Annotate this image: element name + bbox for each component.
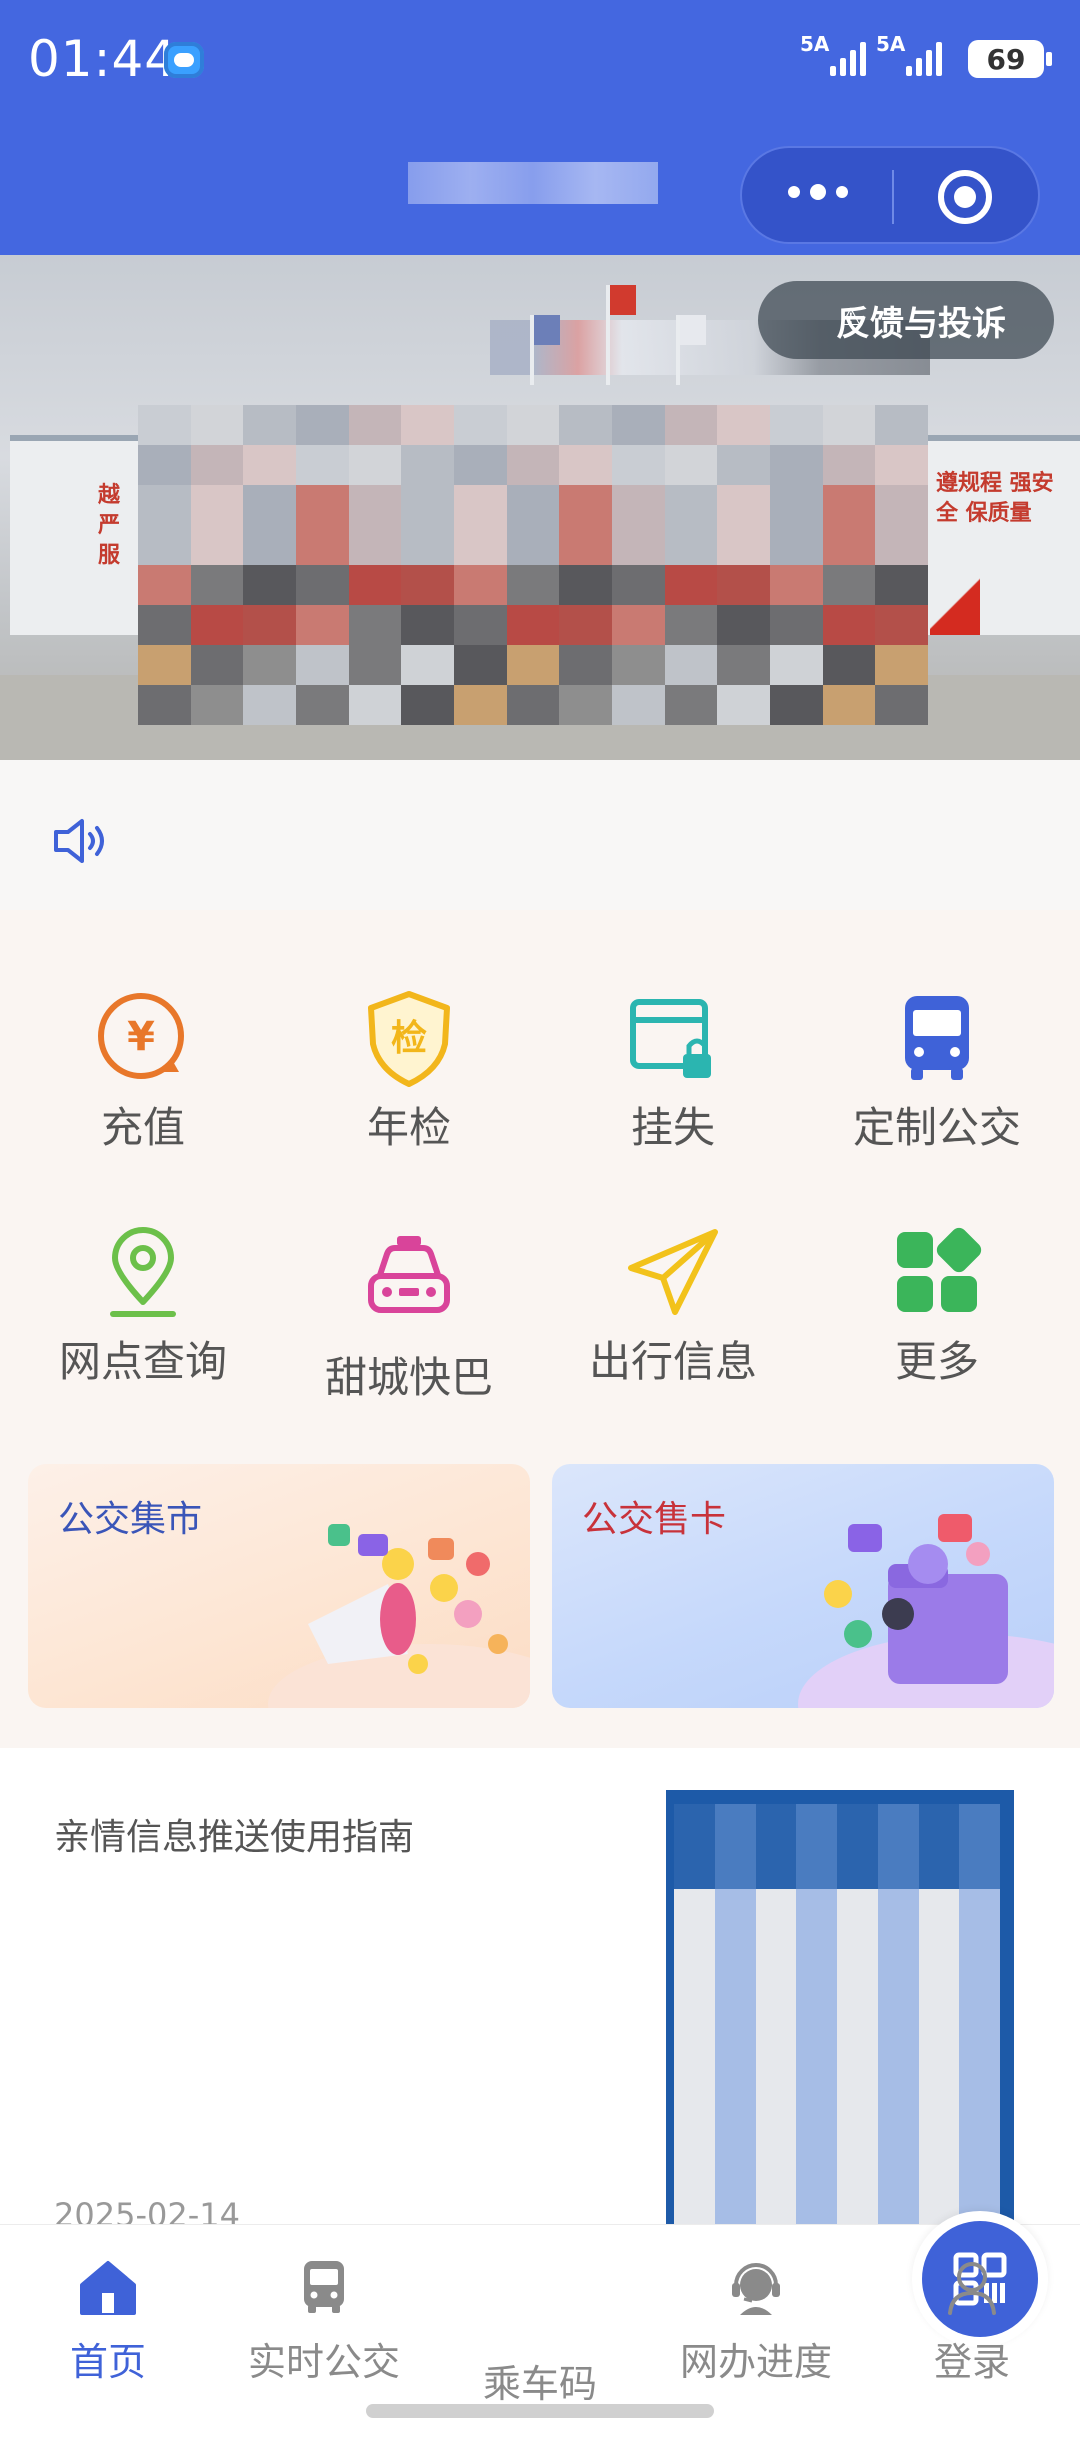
pixelated-sign bbox=[138, 405, 928, 725]
bus-icon bbox=[905, 996, 969, 1080]
paper-plane-icon bbox=[628, 1229, 718, 1315]
home-indicator[interactable] bbox=[366, 2404, 714, 2418]
bus-icon bbox=[304, 2261, 344, 2313]
menu-tiancheng-express[interactable]: 甜城快巴 bbox=[274, 1230, 544, 1430]
message-notification-icon bbox=[164, 42, 204, 78]
page-title-blurred bbox=[408, 162, 658, 204]
exclamation-triangle-icon: ⚠ bbox=[840, 303, 862, 331]
article-thumbnail bbox=[666, 1790, 1014, 2228]
svg-text:¥: ¥ bbox=[127, 1014, 155, 1060]
more-dots-icon[interactable] bbox=[788, 184, 848, 200]
speaker-icon bbox=[54, 819, 104, 863]
menu-outlet-query[interactable]: 网点查询 bbox=[8, 1222, 278, 1422]
menu-custom-bus[interactable]: 定制公交 bbox=[802, 988, 1072, 1188]
shield-check-icon: 检 bbox=[368, 991, 450, 1087]
bus-card-sale-card[interactable]: 公交售卡 bbox=[552, 1464, 1054, 1708]
tab-online-progress[interactable]: 网办进度 bbox=[656, 2255, 856, 2386]
news-article-card[interactable]: 亲情信息推送使用指南 2025-02-14 bbox=[0, 1748, 1080, 2234]
battery-icon: 69 bbox=[968, 40, 1052, 78]
menu-report-loss[interactable]: 挂失 bbox=[538, 988, 808, 1188]
tab-realtime-bus[interactable]: 实时公交 bbox=[224, 2255, 424, 2386]
apps-grid-icon bbox=[897, 1227, 982, 1312]
location-pin-icon bbox=[110, 1227, 176, 1317]
bus-market-card[interactable]: 公交集市 bbox=[28, 1464, 530, 1708]
folder-apps-illustration bbox=[798, 1514, 1054, 1708]
top-bar: 01:44 5A 5A 69 bbox=[0, 0, 1080, 255]
tab-home[interactable]: 首页 bbox=[8, 2255, 208, 2386]
user-icon bbox=[948, 2262, 996, 2315]
menu-more[interactable]: 更多 bbox=[802, 1222, 1072, 1422]
support-agent-icon bbox=[732, 2263, 780, 2315]
card-lock-icon bbox=[630, 999, 711, 1078]
signal-1-icon: 5A bbox=[800, 32, 866, 76]
status-time: 01:44 bbox=[28, 30, 178, 88]
menu-annual-inspection[interactable]: 检 年检 bbox=[274, 988, 544, 1188]
mini-program-capsule bbox=[740, 146, 1040, 244]
menu-recharge[interactable]: ¥ 充值 bbox=[8, 988, 278, 1188]
menu-travel-info[interactable]: 出行信息 bbox=[538, 1222, 808, 1422]
svg-text:检: 检 bbox=[391, 1018, 427, 1059]
home-icon bbox=[80, 2261, 136, 2315]
notice-bar[interactable] bbox=[0, 760, 1080, 910]
megaphone-illustration bbox=[268, 1524, 530, 1708]
yen-recharge-icon: ¥ bbox=[98, 993, 184, 1079]
signal-2-icon: 5A bbox=[876, 32, 942, 76]
feedback-complaint-button[interactable]: ⚠ 反馈与投诉 bbox=[758, 281, 1054, 359]
tab-ride-code[interactable]: 乘车码 bbox=[440, 2211, 1048, 2408]
building-left: 越 严 服 bbox=[10, 435, 140, 635]
target-icon[interactable] bbox=[938, 170, 992, 224]
tab-login[interactable]: 登录 bbox=[872, 2255, 1072, 2386]
taxi-icon bbox=[368, 1236, 450, 1313]
banner-image[interactable]: 越 严 服 遵规程 强安全 保质量 ⚠ 反馈与投诉 bbox=[0, 255, 1080, 760]
